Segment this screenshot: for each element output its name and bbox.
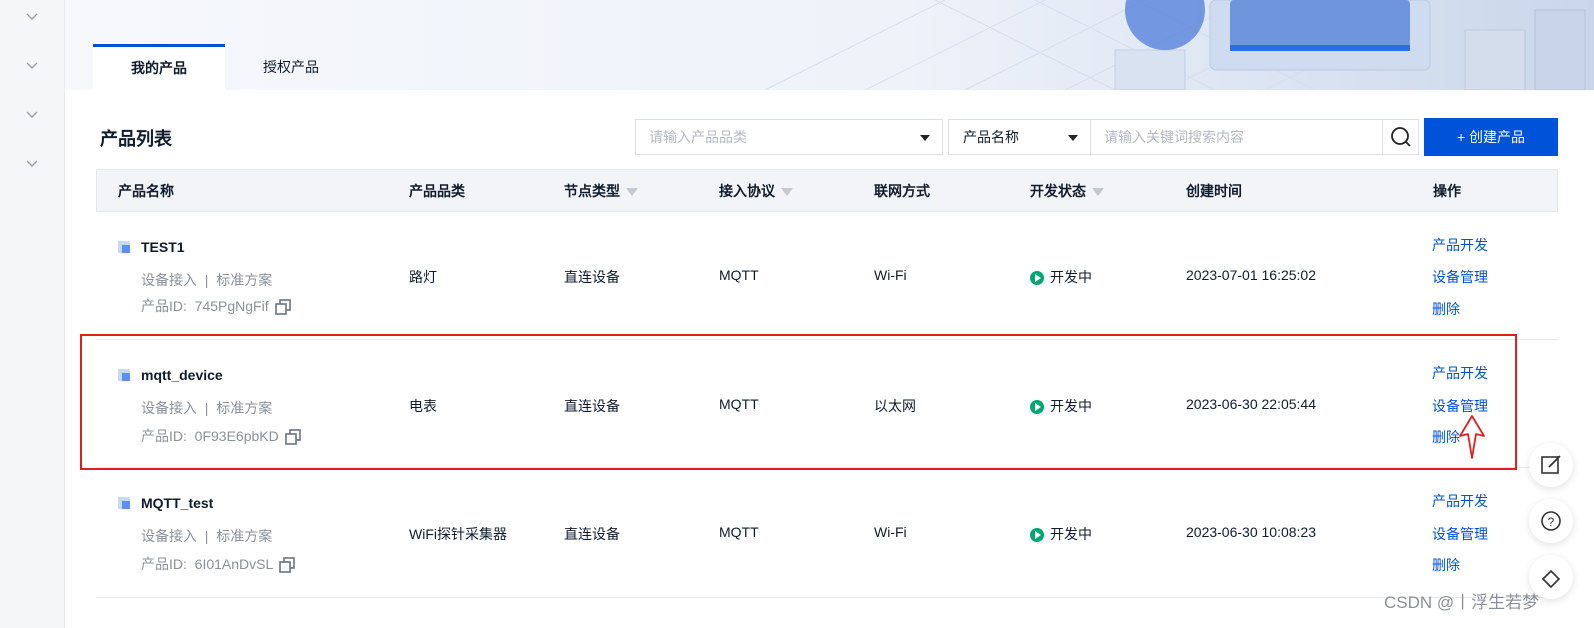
page-title: 产品列表 — [100, 129, 172, 149]
col-label: 操作 — [1433, 183, 1461, 199]
delete-link[interactable]: 删除 — [1432, 299, 1460, 319]
chevron-down-icon[interactable] — [24, 8, 40, 24]
pid-value: 745PgNgFif — [194, 298, 269, 314]
node-type: 直连设备 — [564, 269, 620, 285]
chevron-down-icon[interactable] — [24, 57, 40, 73]
product-id: 产品ID: 745PgNgFif — [141, 296, 291, 316]
table-header: 产品名称 产品品类 节点类型 接入协议 联网方式 开发状态 创建时间 操作 — [96, 169, 1558, 212]
help-icon: ? — [1541, 511, 1561, 531]
network: Wi-Fi — [874, 524, 907, 540]
col-actions: 操作 — [1433, 170, 1461, 213]
product-develop-link[interactable]: 产品开发 — [1432, 491, 1488, 511]
watermark: CSDN @丨浮生若梦 — [1384, 593, 1540, 612]
product-icon — [118, 497, 130, 509]
help-button[interactable]: ? — [1529, 499, 1573, 543]
device-manage-link[interactable]: 设备管理 — [1432, 267, 1488, 287]
product-name[interactable]: MQTT_test — [141, 495, 213, 511]
caret-down-icon — [1068, 135, 1078, 141]
access-type: 设备接入 — [141, 272, 197, 288]
search-icon — [1391, 127, 1411, 147]
status-text: 开发中 — [1050, 526, 1092, 542]
device-manage-link[interactable]: 设备管理 — [1432, 524, 1488, 544]
col-network: 联网方式 — [874, 170, 930, 213]
product-name[interactable]: TEST1 — [141, 239, 185, 255]
created-time: 2023-07-01 16:25:02 — [1186, 267, 1316, 283]
network: Wi-Fi — [874, 267, 907, 283]
separator: | — [204, 272, 209, 288]
create-product-button[interactable]: + 创建产品 — [1424, 118, 1558, 156]
product-access: 设备接入 | 标准方案 — [141, 526, 272, 546]
search-field-select-value: 产品名称 — [963, 129, 1019, 145]
status-text: 开发中 — [1050, 269, 1092, 285]
col-label: 接入协议 — [719, 183, 775, 199]
chevron-down-icon[interactable] — [24, 106, 40, 122]
arrow-annotation-icon — [1459, 415, 1485, 459]
col-label: 开发状态 — [1030, 183, 1086, 199]
col-protocol: 接入协议 — [719, 170, 793, 213]
col-label: 产品名称 — [118, 183, 174, 199]
caret-down-icon — [920, 135, 930, 141]
delete-link[interactable]: 删除 — [1432, 555, 1460, 575]
copy-icon[interactable] — [274, 299, 291, 316]
keyword-search-input[interactable]: 请输入关键词搜索内容 — [1090, 119, 1383, 155]
search-field-select[interactable]: 产品名称 — [948, 119, 1091, 155]
play-circle-icon — [1030, 528, 1044, 543]
table-row: MQTT_test 设备接入 | 标准方案 产品ID: 6I01AnDvSL W… — [96, 468, 1558, 598]
filter-icon[interactable] — [781, 188, 793, 197]
filter-icon[interactable] — [1092, 188, 1104, 197]
keyword-search-placeholder: 请输入关键词搜索内容 — [1104, 129, 1244, 145]
access-type: 设备接入 — [141, 528, 197, 544]
col-label: 创建时间 — [1186, 183, 1242, 199]
sidebar — [0, 0, 65, 628]
highlight-box — [80, 334, 1517, 470]
search-button[interactable] — [1382, 119, 1419, 155]
pid-label: 产品ID: — [141, 556, 187, 572]
product-tabs: 我的产品 授权产品 — [93, 44, 357, 90]
svg-text:?: ? — [1548, 515, 1555, 529]
col-created: 创建时间 — [1186, 170, 1242, 213]
scheme-type: 标准方案 — [216, 528, 273, 544]
copy-icon[interactable] — [279, 557, 296, 574]
category-select[interactable]: 请输入产品品类 — [635, 119, 943, 155]
separator: | — [204, 528, 209, 544]
created-time: 2023-06-30 10:08:23 — [1186, 524, 1316, 540]
protocol: MQTT — [719, 267, 759, 283]
tab-authorized-products[interactable]: 授权产品 — [225, 44, 357, 90]
feedback-button[interactable] — [1529, 443, 1573, 487]
col-label: 联网方式 — [874, 183, 930, 199]
filter-icon[interactable] — [626, 188, 638, 197]
table-row: TEST1 设备接入 | 标准方案 产品ID: 745PgNgFif 路灯 直连… — [96, 212, 1558, 340]
scheme-type: 标准方案 — [216, 272, 273, 288]
col-label: 产品品类 — [409, 183, 465, 199]
product-access: 设备接入 | 标准方案 — [141, 270, 272, 290]
col-product-name: 产品名称 — [118, 170, 174, 213]
tab-my-products[interactable]: 我的产品 — [93, 44, 225, 90]
col-node-type: 节点类型 — [564, 170, 638, 213]
product-id: 产品ID: 6I01AnDvSL — [141, 554, 296, 574]
edit-icon — [1541, 455, 1561, 474]
col-category: 产品品类 — [409, 170, 465, 213]
protocol: MQTT — [719, 524, 759, 540]
product-category: WiFi探针采集器 — [409, 526, 507, 542]
col-label: 节点类型 — [564, 183, 620, 199]
node-type: 直连设备 — [564, 526, 620, 542]
chevron-down-icon[interactable] — [24, 155, 40, 171]
pid-value: 6I01AnDvSL — [194, 556, 274, 572]
status-badge: 开发中 — [1030, 267, 1092, 287]
status-badge: 开发中 — [1030, 524, 1092, 544]
product-develop-link[interactable]: 产品开发 — [1432, 235, 1488, 255]
product-category: 路灯 — [409, 269, 437, 285]
col-dev-status: 开发状态 — [1030, 170, 1104, 213]
category-select-placeholder: 请输入产品品类 — [649, 129, 747, 145]
play-circle-icon — [1030, 271, 1044, 286]
pid-label: 产品ID: — [141, 298, 187, 314]
product-icon — [118, 241, 130, 253]
